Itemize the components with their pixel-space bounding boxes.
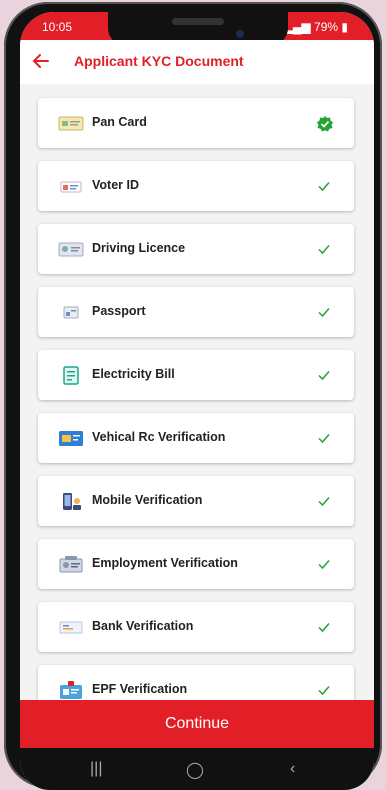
document-label: Voter ID xyxy=(92,178,139,192)
document-card[interactable]: Mobile Verification xyxy=(38,476,354,526)
verified-badge-icon xyxy=(316,115,333,132)
document-label: EPF Verification xyxy=(92,682,188,696)
phone-frame: 10:05 ▂▄▆ 79% ▮ Applicant KYC Document P… xyxy=(4,2,382,790)
check-icon xyxy=(316,493,332,509)
document-card[interactable]: Voter ID xyxy=(38,161,354,211)
passport-icon xyxy=(58,303,84,321)
electricity-bill-icon xyxy=(58,365,84,385)
document-label: Mobile Verification xyxy=(92,493,203,507)
document-label: Pan Card xyxy=(92,115,147,129)
document-label: Electricity Bill xyxy=(92,367,175,381)
check-icon xyxy=(316,682,332,698)
check-icon xyxy=(316,556,332,572)
check-icon xyxy=(316,367,332,383)
battery-level: 79% xyxy=(314,20,339,34)
arrow-left-icon xyxy=(32,54,49,68)
speaker-grille xyxy=(172,18,224,25)
screen: 10:05 ▂▄▆ 79% ▮ Applicant KYC Document P… xyxy=(20,12,374,790)
page-title: Applicant KYC Document xyxy=(74,53,244,69)
system-nav-bar: ||| ◯ ‹ xyxy=(20,748,374,790)
kyc-document-list: Pan Card Voter ID Driving Licence Passport E… xyxy=(20,84,374,700)
battery-icon: ▮ xyxy=(341,20,348,34)
document-card[interactable]: Electricity Bill xyxy=(38,350,354,400)
check-icon xyxy=(316,619,332,635)
document-label: Bank Verification xyxy=(92,619,194,633)
document-card[interactable]: Pan Card xyxy=(38,98,354,148)
document-label: Vehical Rc Verification xyxy=(92,430,226,444)
bank-icon xyxy=(58,618,84,636)
vehicle-rc-icon xyxy=(58,429,84,447)
status-right: ▂▄▆ 79% ▮ xyxy=(284,20,348,34)
recent-apps-button[interactable]: ||| xyxy=(90,760,102,778)
pan-card-icon xyxy=(58,114,84,132)
voter-id-icon xyxy=(58,177,84,195)
document-label: Driving Licence xyxy=(92,241,186,255)
status-time: 10:05 xyxy=(42,20,73,34)
document-label: Passport xyxy=(92,304,146,318)
nav-back-button[interactable]: ‹ xyxy=(290,760,295,778)
document-card[interactable]: Bank Verification xyxy=(38,602,354,652)
check-icon xyxy=(316,178,332,194)
document-card[interactable]: Employment Verification xyxy=(38,539,354,589)
check-icon xyxy=(316,304,332,320)
continue-button[interactable]: Continue xyxy=(20,700,374,748)
back-button[interactable] xyxy=(28,48,54,74)
epf-icon xyxy=(58,680,84,699)
driving-licence-icon xyxy=(58,240,84,258)
document-card[interactable]: Passport xyxy=(38,287,354,337)
home-button[interactable]: ◯ xyxy=(186,760,204,780)
mobile-verification-icon xyxy=(58,492,84,510)
employment-icon xyxy=(58,555,84,573)
app-header: Applicant KYC Document xyxy=(20,40,374,84)
check-icon xyxy=(316,430,332,446)
document-card[interactable]: EPF Verification xyxy=(38,665,354,700)
document-card[interactable]: Vehical Rc Verification xyxy=(38,413,354,463)
check-icon xyxy=(316,241,332,257)
front-camera xyxy=(236,30,244,38)
document-card[interactable]: Driving Licence xyxy=(38,224,354,274)
document-label: Employment Verification xyxy=(92,556,238,570)
